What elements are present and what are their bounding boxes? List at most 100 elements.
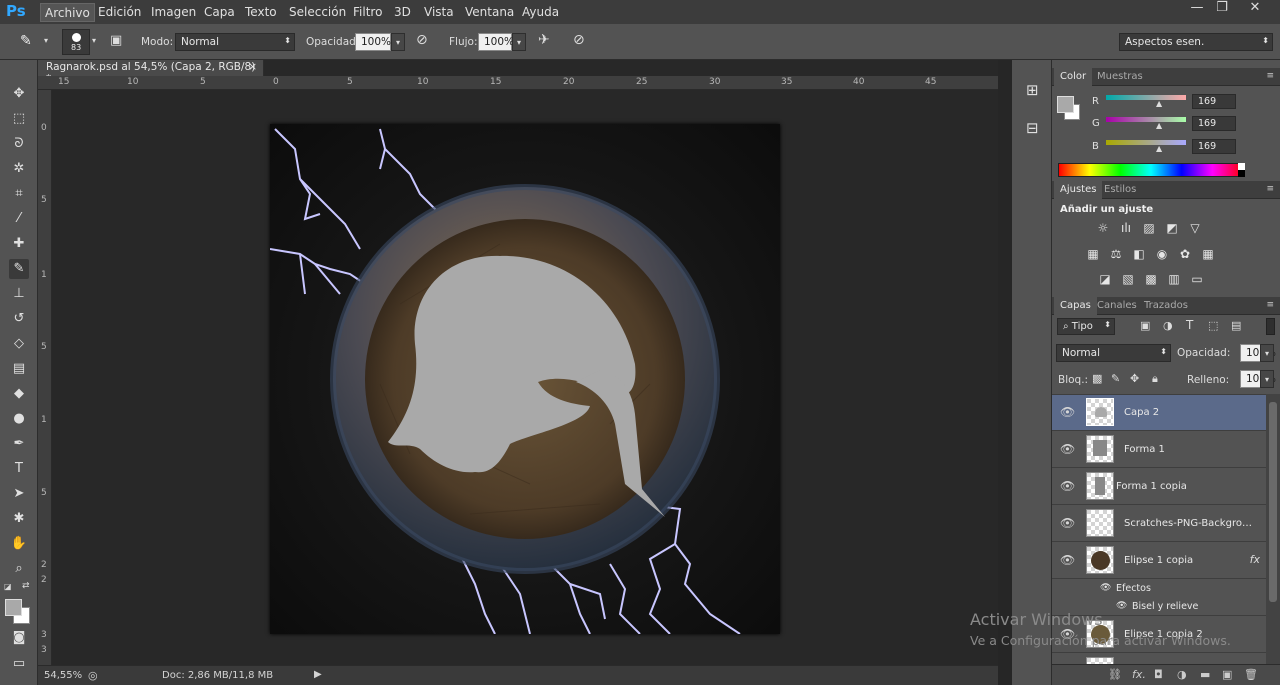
properties-panel-icon[interactable]: ⊟: [1026, 119, 1039, 137]
layer-name[interactable]: Capa 2: [1124, 407, 1258, 418]
channel-b-input[interactable]: 169: [1192, 139, 1236, 154]
menu-capa[interactable]: Capa: [204, 5, 235, 19]
menu-vista[interactable]: Vista: [424, 5, 454, 19]
airbrush-icon[interactable]: ✈: [538, 32, 550, 48]
visibility-eye-icon[interactable]: 👁︎: [1060, 553, 1075, 567]
layer-row[interactable]: 👁︎ Scratches-PNG-Background ...: [1052, 506, 1266, 542]
canvas-viewport[interactable]: [52, 90, 998, 665]
invert-icon[interactable]: ◪: [1097, 272, 1113, 286]
menu-texto[interactable]: Texto: [245, 5, 277, 19]
info-icon[interactable]: ◎: [88, 669, 98, 682]
screen-mode-icon[interactable]: ▭: [9, 654, 29, 674]
dodge-tool-icon[interactable]: ●: [9, 409, 29, 429]
canvas[interactable]: [270, 124, 780, 634]
new-group-icon[interactable]: ▬: [1200, 668, 1210, 681]
menu-edicion[interactable]: Edición: [98, 5, 141, 19]
swap-colors-icon[interactable]: ⇄: [22, 581, 30, 591]
hue-saturation-icon[interactable]: ▦: [1085, 247, 1101, 261]
filter-shape-icon[interactable]: ⬚: [1208, 319, 1218, 332]
slider-thumb-icon[interactable]: ▲: [1156, 121, 1162, 130]
quick-mask-icon[interactable]: ◙: [9, 628, 29, 648]
layer-name[interactable]: Scratches-PNG-Background ...: [1124, 518, 1258, 529]
effects-row[interactable]: 👁︎ Efectos: [1052, 580, 1266, 598]
levels-icon[interactable]: ılı: [1118, 221, 1134, 235]
spectrum-black[interactable]: [1238, 170, 1245, 177]
layer-name[interactable]: Forma 1 copia: [1116, 481, 1250, 492]
magic-wand-tool-icon[interactable]: ✲: [9, 159, 29, 179]
posterize-icon[interactable]: ▧: [1120, 272, 1136, 286]
opacity-dropdown-button[interactable]: ▾: [391, 33, 405, 51]
flow-input[interactable]: 100%: [478, 33, 514, 51]
layer-row[interactable]: 👁︎ Capa 2: [1052, 395, 1266, 431]
zoom-tool-icon[interactable]: ⌕: [9, 559, 29, 579]
marquee-tool-icon[interactable]: ⬚: [9, 109, 29, 129]
filter-smart-object-icon[interactable]: ▤: [1231, 319, 1241, 332]
mode-select[interactable]: Normal ⬍: [175, 33, 295, 51]
menu-imagen[interactable]: Imagen: [151, 5, 196, 19]
menu-archivo[interactable]: Archivo: [40, 3, 95, 22]
flow-dropdown-button[interactable]: ▾: [512, 33, 526, 51]
tab-trazados[interactable]: Trazados: [1144, 300, 1188, 311]
hand-tool-icon[interactable]: ✋: [9, 534, 29, 554]
tab-canales[interactable]: Canales: [1097, 300, 1137, 311]
color-balance-icon[interactable]: ⚖: [1108, 247, 1124, 261]
visibility-eye-icon[interactable]: 👁︎: [1060, 516, 1075, 530]
visibility-eye-icon[interactable]: 👁︎: [1100, 583, 1111, 593]
new-adjustment-icon[interactable]: ◑: [1177, 668, 1187, 681]
layer-row[interactable]: 👁︎ Forma 1 copia: [1052, 469, 1266, 505]
custom-shape-tool-icon[interactable]: ✱: [9, 509, 29, 529]
filter-pixel-icon[interactable]: ▣: [1140, 319, 1150, 332]
menu-3d[interactable]: 3D: [394, 5, 411, 19]
menu-ventana[interactable]: Ventana: [465, 5, 514, 19]
slider-r[interactable]: [1106, 95, 1186, 100]
clone-stamp-tool-icon[interactable]: ⊥: [9, 284, 29, 304]
lock-all-icon[interactable]: 🔒︎: [1152, 372, 1158, 386]
tab-capas[interactable]: Capas: [1054, 297, 1097, 315]
channel-g-input[interactable]: 169: [1192, 116, 1236, 131]
lock-transparent-icon[interactable]: ▩: [1092, 372, 1102, 385]
slider-thumb-icon[interactable]: ▲: [1156, 99, 1162, 108]
exposure-icon[interactable]: ◩: [1164, 221, 1180, 235]
black-white-icon[interactable]: ◧: [1131, 247, 1147, 261]
channel-mixer-icon[interactable]: ✿: [1177, 247, 1193, 261]
eraser-tool-icon[interactable]: ◇: [9, 334, 29, 354]
slider-b[interactable]: [1106, 140, 1186, 145]
menu-seleccion[interactable]: Selección: [289, 5, 346, 19]
panel-menu-icon[interactable]: ≡: [1266, 300, 1274, 310]
move-tool-icon[interactable]: ✥: [9, 84, 29, 104]
layer-opacity-dropdown[interactable]: ▾: [1260, 344, 1274, 362]
blur-tool-icon[interactable]: ◆: [9, 384, 29, 404]
restore-button[interactable]: ❐: [1207, 0, 1237, 18]
foreground-color-swatch[interactable]: [5, 599, 22, 616]
slider-thumb-icon[interactable]: ▲: [1156, 144, 1162, 153]
history-brush-tool-icon[interactable]: ↺: [9, 309, 29, 329]
lock-position-icon[interactable]: ✥: [1130, 372, 1139, 385]
layer-filter-select[interactable]: ⌕ Tipo ⬍: [1057, 318, 1115, 335]
layer-effects-icon[interactable]: fx: [1250, 553, 1260, 566]
brush-preset-picker[interactable]: 83: [62, 29, 90, 55]
brush-panel-icon[interactable]: ▣: [110, 33, 122, 48]
workspace-select[interactable]: Aspectos esen. ⬍: [1119, 33, 1273, 51]
pen-tool-icon[interactable]: ✒: [9, 434, 29, 454]
panel-menu-icon[interactable]: ≡: [1266, 71, 1274, 81]
layer-scrollbar[interactable]: [1266, 394, 1280, 664]
opacity-input[interactable]: 100%: [355, 33, 391, 51]
link-layers-icon[interactable]: ⛓: [1108, 668, 1122, 681]
layer-name[interactable]: Elipse 1 copia: [1124, 555, 1258, 566]
visibility-eye-icon[interactable]: 👁︎: [1060, 442, 1075, 456]
lasso-tool-icon[interactable]: ᘐ: [9, 134, 29, 154]
chevron-down-icon[interactable]: ▾: [92, 36, 96, 45]
filter-toggle[interactable]: [1266, 318, 1275, 335]
gradient-tool-icon[interactable]: ▤: [9, 359, 29, 379]
tab-muestras[interactable]: Muestras: [1097, 71, 1143, 82]
color-spectrum[interactable]: [1058, 163, 1244, 177]
brightness-icon[interactable]: ☼: [1095, 221, 1111, 235]
photo-filter-icon[interactable]: ◉: [1154, 247, 1170, 261]
healing-brush-tool-icon[interactable]: ✚: [9, 234, 29, 254]
crop-tool-icon[interactable]: ⌗: [9, 184, 29, 204]
pressure-size-icon[interactable]: ⊘: [573, 32, 585, 48]
default-colors-icon[interactable]: ◪: [4, 582, 12, 591]
new-layer-icon[interactable]: ▣: [1222, 668, 1232, 681]
blend-mode-select[interactable]: Normal ⬍: [1056, 344, 1171, 362]
layer-name[interactable]: Forma 1: [1124, 444, 1258, 455]
